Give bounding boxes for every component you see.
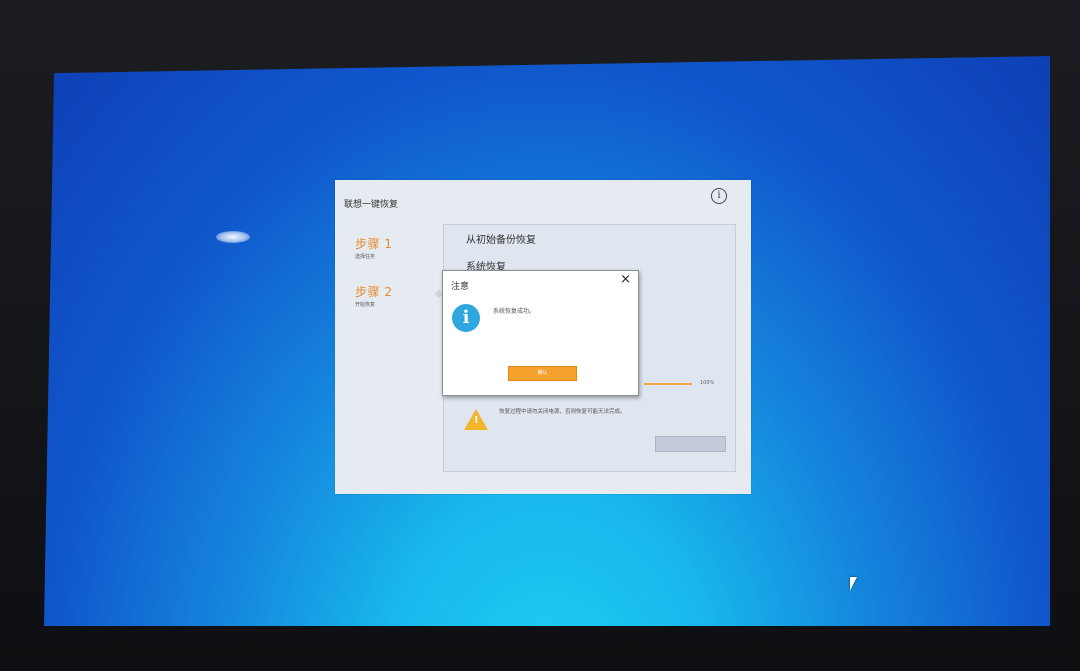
- step-1: 步骤 1 选择任务: [355, 235, 392, 260]
- step-2-title: 步骤 2: [355, 285, 393, 299]
- progress-percent: 100%: [700, 380, 715, 386]
- step-1-subtitle: 选择任务: [355, 254, 376, 260]
- warning-text: 恢复过程中请勿关闭电源，否则恢复可能无法完成。: [499, 409, 626, 415]
- step-1-title: 步骤 1: [355, 237, 393, 251]
- step-2-subtitle: 开始恢复: [355, 302, 376, 308]
- info-circle-icon: i: [452, 304, 480, 332]
- mouse-pointer-icon: [850, 577, 857, 591]
- warning-icon-mark: !: [474, 415, 479, 426]
- window-title: 联想一键恢复: [344, 200, 399, 210]
- progress-bar: [644, 383, 692, 385]
- dialog-title: 注意: [451, 282, 470, 292]
- confirm-button[interactable]: 确认: [508, 366, 577, 381]
- panel-action-button[interactable]: [655, 436, 726, 452]
- dialog-message: 系统恢复成功。: [493, 308, 536, 315]
- notice-dialog: 注意 × i 系统恢复成功。 确认: [442, 270, 639, 396]
- step-2: 步骤 2 开始恢复: [355, 283, 392, 308]
- close-icon[interactable]: ×: [620, 272, 631, 287]
- info-icon[interactable]: i: [711, 188, 727, 204]
- option-initial-backup-restore[interactable]: 从初始备份恢复: [466, 231, 536, 246]
- screen-glare: [216, 231, 250, 243]
